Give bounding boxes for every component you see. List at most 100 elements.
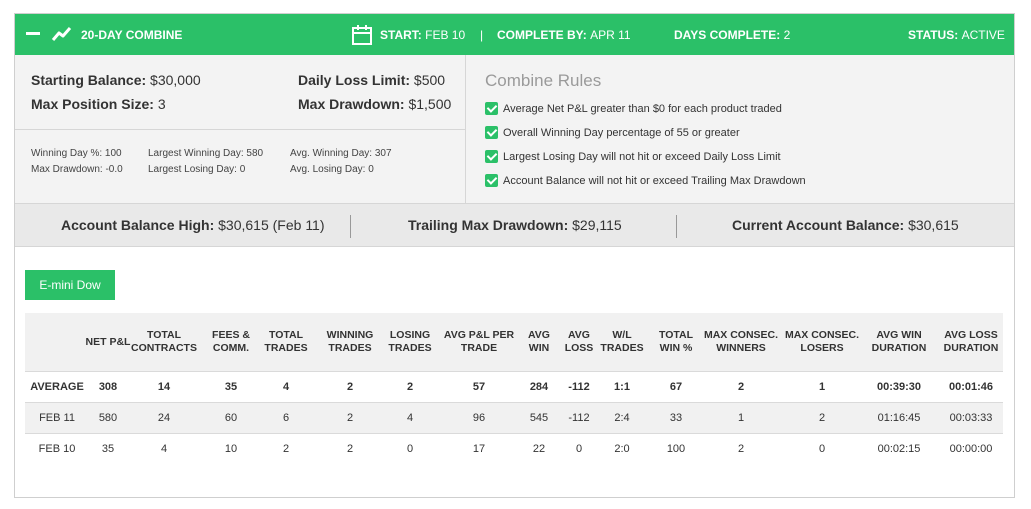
column-header: AVG WIN DURATION <box>871 329 927 354</box>
table-cell: 2 <box>406 381 414 393</box>
table-cell: 57 <box>472 381 486 393</box>
table-cell: 00:00:00 <box>949 443 993 455</box>
table-cell: 96 <box>472 412 486 424</box>
combine-header: 20-DAY COMBINE START: FEB 10 | COMPLETE … <box>15 14 1014 55</box>
performance-table: NET P&L TOTAL CONTRACTS FEES & COMM. TOTAL … <box>25 313 1003 464</box>
table-cell: 60 <box>224 412 238 424</box>
checkmark-icon <box>485 126 498 139</box>
stat-avg-winning-day: Avg. Winning Day: 307 <box>290 148 392 159</box>
start-date: START: FEB 10 <box>380 28 466 42</box>
table-cell: 1 <box>737 412 745 424</box>
calendar-icon <box>352 25 372 45</box>
combine-status: STATUS: ACTIVE <box>908 28 1005 42</box>
stat-avg-losing-day: Avg. Losing Day: 0 <box>290 164 374 175</box>
stat-largest-winning-day: Largest Winning Day: 580 <box>148 148 264 159</box>
table-cell: 4 <box>406 412 414 424</box>
checkmark-icon <box>485 150 498 163</box>
column-header: MAX CONSEC. WINNERS <box>703 329 779 354</box>
table-cell: 10 <box>224 443 238 455</box>
table-cell: 22 <box>532 443 546 455</box>
column-header: TOTAL TRADES <box>264 329 308 354</box>
combine-panel: 20-DAY COMBINE START: FEB 10 | COMPLETE … <box>14 13 1015 498</box>
account-balance-high: Account Balance High: $30,615 (Feb 11) <box>61 217 325 233</box>
table-cell: FEB 10 <box>38 443 76 455</box>
column-header: MAX CONSEC. LOSERS <box>784 329 860 354</box>
collapse-icon[interactable] <box>26 32 40 35</box>
table-cell: 545 <box>529 412 549 424</box>
combine-info: Starting Balance: $30,000 Daily Loss Lim… <box>15 55 1014 203</box>
checkmark-icon <box>485 102 498 115</box>
table-cell: 2 <box>737 443 745 455</box>
rule-item: Overall Winning Day percentage of 55 or … <box>485 126 740 139</box>
table-cell: 308 <box>98 381 118 393</box>
header-divider: | <box>480 28 484 42</box>
column-header: NET P&L <box>85 335 131 348</box>
table-cell: 00:02:15 <box>877 443 921 455</box>
table-cell: 1:1 <box>614 381 630 393</box>
table-cell: 100 <box>666 443 686 455</box>
table-cell: 6 <box>282 412 290 424</box>
table-row: FEB 10 35 4 10 2 2 0 17 22 0 2:0 100 2 0 00:02:15 00:00… <box>25 433 1003 464</box>
rules-title: Combine Rules <box>485 71 602 90</box>
max-drawdown: Max Drawdown: $1,500 <box>298 96 452 112</box>
checkmark-icon <box>485 174 498 187</box>
rule-item: Largest Losing Day will not hit or excee… <box>485 150 781 163</box>
column-header: AVG P&L PER TRADE <box>443 329 515 354</box>
table-cell: 01:16:45 <box>877 412 921 424</box>
product-tab-emini-dow[interactable]: E-mini Dow <box>25 270 115 300</box>
column-header: AVG LOSS DURATION <box>943 329 999 354</box>
balance-bar: Account Balance High: $30,615 (Feb 11) T… <box>15 203 1014 247</box>
combine-limits: Starting Balance: $30,000 Daily Loss Lim… <box>15 55 465 130</box>
table-cell: 00:01:46 <box>948 381 994 393</box>
column-header <box>25 313 89 371</box>
column-header: AVG LOSS <box>564 329 594 354</box>
table-cell: 0 <box>818 443 826 455</box>
table-cell: 17 <box>472 443 486 455</box>
table-cell: AVERAGE <box>30 381 84 393</box>
column-header: AVG WIN <box>528 329 550 354</box>
combine-parameters: Starting Balance: $30,000 Daily Loss Lim… <box>15 55 466 203</box>
table-cell: 4 <box>160 443 168 455</box>
trend-chart-icon <box>51 27 72 41</box>
table-cell: 35 <box>224 381 238 393</box>
rule-item: Account Balance will not hit or exceed T… <box>485 174 806 187</box>
table-cell: 67 <box>669 381 683 393</box>
table-row: FEB 11 580 24 60 6 2 4 96 545 -112 2:4 33 1 2 01:16:45… <box>25 402 1003 433</box>
column-header: LOSING TRADES <box>388 329 432 354</box>
current-account-balance: Current Account Balance: $30,615 <box>732 217 959 233</box>
max-position-size: Max Position Size: 3 <box>31 96 166 112</box>
table-cell: 2 <box>346 443 354 455</box>
starting-balance: Starting Balance: $30,000 <box>31 72 201 88</box>
column-header: W/L TRADES <box>600 329 644 354</box>
column-header: WINNING TRADES <box>326 329 374 354</box>
stat-largest-losing-day: Largest Losing Day: 0 <box>148 164 246 175</box>
combine-title: 20-DAY COMBINE <box>81 28 183 42</box>
table-cell: 2 <box>346 381 354 393</box>
table-cell: 0 <box>406 443 414 455</box>
table-cell: 00:39:30 <box>876 381 922 393</box>
table-cell: 0 <box>575 443 583 455</box>
table-body: AVERAGE 308 14 35 4 2 2 57 284 -112 1:1 67 2 1 00:39:3… <box>25 371 1003 464</box>
stat-winning-day-pct: Winning Day %: 100 <box>31 148 122 159</box>
table-row: AVERAGE 308 14 35 4 2 2 57 284 -112 1:1 67 2 1 00:39:3… <box>25 371 1003 402</box>
table-cell: 00:03:33 <box>949 412 993 424</box>
table-cell: 24 <box>157 412 171 424</box>
table-header: NET P&L TOTAL CONTRACTS FEES & COMM. TOTAL … <box>25 313 1003 371</box>
table-cell: -112 <box>568 381 590 393</box>
rule-item: Average Net P&L greater than $0 for each… <box>485 102 782 115</box>
table-cell: 2 <box>346 412 354 424</box>
table-cell: 2 <box>818 412 826 424</box>
table-cell: 580 <box>98 412 118 424</box>
table-cell: 4 <box>282 381 290 393</box>
daily-loss-limit: Daily Loss Limit: $500 <box>298 72 446 88</box>
table-cell: -112 <box>568 412 590 424</box>
table-cell: FEB 11 <box>39 412 75 424</box>
days-complete: DAYS COMPLETE: 2 <box>674 28 791 42</box>
stat-max-drawdown: Max Drawdown: -0.0 <box>31 164 123 175</box>
trailing-max-drawdown: Trailing Max Drawdown: $29,115 <box>408 217 622 233</box>
table-cell: 1 <box>818 381 826 393</box>
column-header: TOTAL CONTRACTS <box>131 329 197 354</box>
table-cell: 2 <box>737 381 745 393</box>
column-header: FEES & COMM. <box>212 329 250 354</box>
table-cell: 14 <box>157 381 171 393</box>
